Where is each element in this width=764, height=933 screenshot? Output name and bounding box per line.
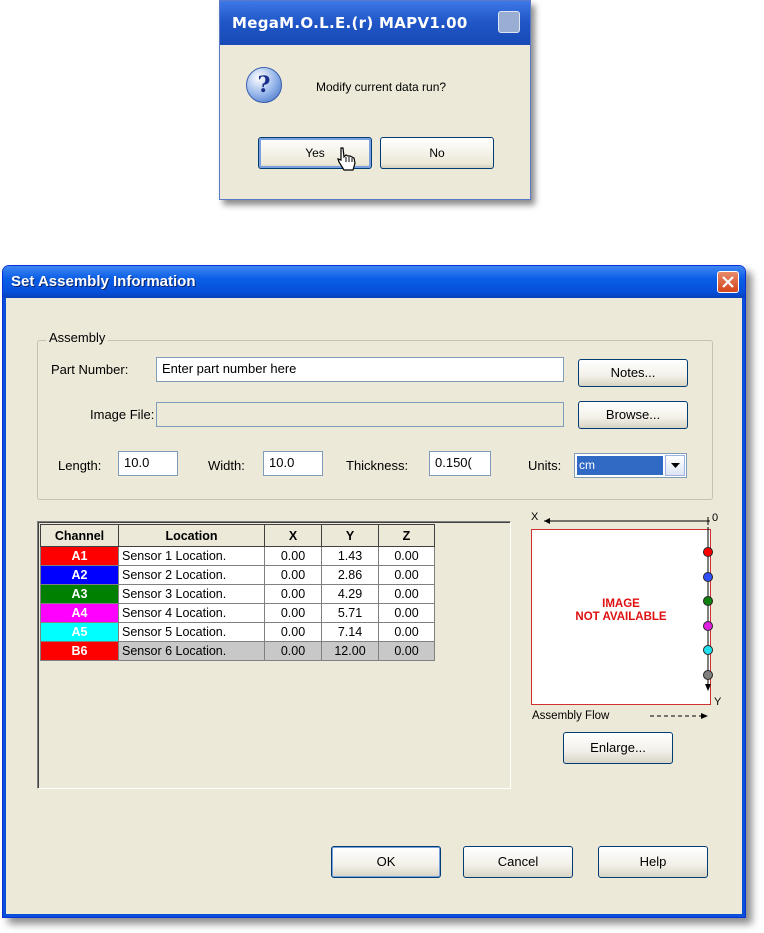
location-cell[interactable]: Sensor 6 Location.	[118, 641, 265, 661]
assembly-group-legend: Assembly	[46, 330, 109, 345]
help-button[interactable]: Help	[598, 846, 708, 878]
sensor-marker	[703, 669, 713, 680]
length-label: Length:	[58, 458, 102, 473]
z-cell[interactable]: 0.00	[378, 565, 435, 585]
z-cell[interactable]: 0.00	[378, 641, 435, 661]
confirm-dialog-title: MegaM.O.L.E.(r) MAPV1.00	[232, 14, 468, 32]
x-cell[interactable]: 0.00	[264, 584, 322, 604]
confirm-dialog-close-button[interactable]	[498, 11, 520, 33]
sensor-marker	[703, 547, 713, 557]
y-cell[interactable]: 1.43	[321, 546, 379, 566]
dialog-close-button[interactable]	[717, 271, 739, 293]
dialog-frame-left	[3, 298, 6, 917]
table-row[interactable]: A2 Sensor 2 Location. 0.00 2.86 0.00	[40, 565, 435, 585]
assembly-flow-arrow	[650, 713, 708, 719]
units-selected-value: cm	[577, 456, 663, 475]
sensor-marker	[703, 620, 713, 631]
browse-button[interactable]: Browse...	[578, 401, 688, 429]
x-cell[interactable]: 0.00	[264, 565, 322, 585]
image-not-available-text: IMAGE NOT AVAILABLE	[532, 598, 710, 624]
y-cell[interactable]: 2.86	[321, 565, 379, 585]
confirm-message: Modify current data run?	[316, 80, 447, 94]
table-row-selected[interactable]: B6 Sensor 6 Location. 0.00 12.00 0.00	[40, 641, 435, 661]
table-row[interactable]: A5 Sensor 5 Location. 0.00 7.14 0.00	[40, 622, 435, 642]
z-cell[interactable]: 0.00	[378, 546, 435, 566]
sensor-marker	[703, 596, 713, 606]
column-header-location[interactable]: Location	[118, 524, 265, 547]
column-header-z[interactable]: Z	[378, 524, 435, 547]
chevron-down-icon	[671, 463, 680, 468]
part-number-input[interactable]: Enter part number here	[156, 357, 564, 382]
sensor-marker	[703, 645, 713, 655]
units-select[interactable]: cm	[574, 453, 687, 478]
dialog-frame-bottom	[3, 914, 745, 917]
thickness-input[interactable]: 0.150(	[429, 451, 491, 476]
notes-button[interactable]: Notes...	[578, 359, 688, 387]
hand-cursor-icon	[337, 147, 356, 171]
x-cell[interactable]: 0.00	[264, 546, 322, 566]
image-text-line2: NOT AVAILABLE	[575, 611, 667, 623]
channel-cell[interactable]: A3	[40, 584, 119, 604]
no-button[interactable]: No	[380, 137, 494, 169]
y-cell[interactable]: 4.29	[321, 584, 379, 604]
close-icon	[722, 276, 734, 288]
x-cell[interactable]: 0.00	[264, 603, 322, 623]
question-icon: ?	[246, 67, 282, 103]
y-cell[interactable]: 7.14	[321, 622, 379, 642]
sensor-table: Channel Location X Y Z A1 Sensor 1 Locat…	[40, 524, 435, 661]
confirm-dialog-title-bar[interactable]: MegaM.O.L.E.(r) MAPV1.00	[220, 1, 530, 45]
y-cell[interactable]: 5.71	[321, 603, 379, 623]
column-header-x[interactable]: X	[264, 524, 322, 547]
location-cell[interactable]: Sensor 3 Location.	[118, 584, 265, 604]
image-file-label: Image File:	[90, 407, 155, 422]
cancel-button[interactable]: Cancel	[463, 846, 573, 878]
table-row[interactable]: A1 Sensor 1 Location. 0.00 1.43 0.00	[40, 546, 435, 566]
location-cell[interactable]: Sensor 1 Location.	[118, 546, 265, 566]
dialog-title: Set Assembly Information	[11, 273, 196, 290]
channel-cell[interactable]: B6	[40, 641, 119, 661]
column-header-y[interactable]: Y	[321, 524, 379, 547]
x-axis-arrow	[544, 517, 710, 525]
table-row[interactable]: A3 Sensor 3 Location. 0.00 4.29 0.00	[40, 584, 435, 604]
sensor-marker	[703, 571, 713, 582]
part-number-label: Part Number:	[51, 362, 129, 377]
enlarge-button[interactable]: Enlarge...	[563, 732, 673, 764]
dialog-frame-right	[742, 298, 745, 917]
z-cell[interactable]: 0.00	[378, 622, 435, 642]
z-cell[interactable]: 0.00	[378, 603, 435, 623]
width-input[interactable]: 10.0	[263, 451, 323, 476]
width-label: Width:	[208, 458, 245, 473]
thickness-label: Thickness:	[346, 458, 409, 473]
dialog-title-bar[interactable]: Set Assembly Information	[3, 266, 745, 298]
image-file-input[interactable]	[156, 402, 564, 427]
ok-button[interactable]: OK	[331, 846, 441, 878]
assembly-flow-label: Assembly Flow	[532, 710, 610, 722]
units-label: Units:	[528, 458, 562, 473]
x-cell[interactable]: 0.00	[264, 622, 322, 642]
location-cell[interactable]: Sensor 4 Location.	[118, 603, 265, 623]
table-header-row: Channel Location X Y Z	[40, 524, 435, 547]
units-dropdown-button[interactable]	[665, 455, 685, 476]
channel-cell[interactable]: A2	[40, 565, 119, 585]
image-text-line1: IMAGE	[602, 598, 640, 610]
x-axis-label: X	[531, 511, 539, 523]
channel-cell[interactable]: A4	[40, 603, 119, 623]
length-input[interactable]: 10.0	[118, 451, 178, 476]
location-cell[interactable]: Sensor 5 Location.	[118, 622, 265, 642]
channel-cell[interactable]: A5	[40, 622, 119, 642]
column-header-channel[interactable]: Channel	[40, 524, 119, 547]
x-cell[interactable]: 0.00	[264, 641, 322, 661]
location-cell[interactable]: Sensor 2 Location.	[118, 565, 265, 585]
confirm-dialog: MegaM.O.L.E.(r) MAPV1.00 ? Modify curren…	[219, 0, 531, 200]
y-axis-label: Y	[714, 696, 722, 708]
channel-cell[interactable]: A1	[40, 546, 119, 566]
y-cell[interactable]: 12.00	[321, 641, 379, 661]
table-row[interactable]: A4 Sensor 4 Location. 0.00 5.71 0.00	[40, 603, 435, 623]
z-cell[interactable]: 0.00	[378, 584, 435, 604]
